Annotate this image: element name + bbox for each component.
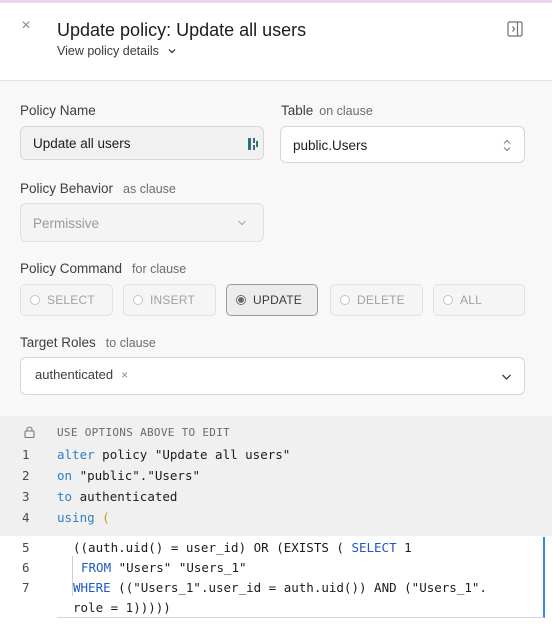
policy-name-input[interactable]: Update all users — [20, 126, 264, 160]
password-manager-icon[interactable] — [247, 137, 259, 151]
policy-form: Policy Name Update all users Table on cla… — [0, 81, 552, 416]
sql-preview-readonly: USE OPTIONS ABOVE TO EDIT 1 alter policy… — [0, 416, 552, 536]
chevron-down-icon — [502, 374, 511, 380]
policy-behavior-value: Permissive — [33, 216, 100, 231]
target-roles-label: Target Roles to clause — [20, 335, 156, 350]
close-icon[interactable]: × — [19, 18, 33, 34]
line-number: 3 — [22, 489, 30, 504]
table-select[interactable]: public.Users — [280, 126, 525, 163]
code-line-3: to authenticated — [57, 489, 178, 504]
remove-chip-icon[interactable]: × — [121, 368, 128, 382]
sheet-header: × Update policy: Update all users View p… — [0, 3, 552, 81]
editor-focus-border — [57, 537, 545, 618]
command-option-insert[interactable]: INSERT — [123, 284, 216, 316]
page-title: Update policy: Update all users — [57, 20, 307, 40]
view-policy-details-toggle[interactable]: View policy details — [57, 44, 177, 58]
chevron-up-down-icon — [503, 139, 511, 152]
readonly-notice: USE OPTIONS ABOVE TO EDIT — [57, 426, 231, 439]
policy-behavior-label: Policy Behavior as clause — [20, 181, 176, 196]
line-number: 7 — [22, 580, 30, 595]
code-line-2: on "public"."Users" — [57, 468, 200, 483]
details-label: View policy details — [57, 44, 159, 58]
table-value: public.Users — [293, 138, 368, 153]
radio-icon — [30, 295, 40, 305]
command-option-delete[interactable]: DELETE — [330, 284, 423, 316]
policy-command-label: Policy Command for clause — [20, 261, 187, 276]
policy-name-label: Policy Name — [20, 103, 96, 118]
lock-icon — [24, 426, 35, 438]
line-number: 2 — [22, 468, 30, 483]
code-line-4: using ( — [57, 510, 110, 525]
role-chip: authenticated × — [35, 367, 129, 382]
radio-selected-icon — [236, 295, 246, 305]
code-line-1: alter policy "Update all users" — [57, 447, 291, 462]
chevron-down-icon — [238, 220, 246, 226]
radio-icon — [133, 295, 143, 305]
line-number: 1 — [22, 447, 30, 462]
radio-icon — [443, 295, 453, 305]
target-roles-select[interactable]: authenticated × — [20, 357, 525, 395]
line-number: 6 — [22, 560, 30, 575]
policy-behavior-select[interactable]: Permissive — [20, 203, 264, 242]
chevron-down-icon — [168, 49, 176, 54]
radio-icon — [340, 295, 350, 305]
command-option-all[interactable]: ALL — [433, 284, 525, 316]
line-number: 4 — [22, 510, 30, 525]
table-label: Table on clause — [281, 103, 373, 118]
command-option-update[interactable]: UPDATE — [226, 284, 318, 316]
panel-collapse-icon[interactable] — [507, 21, 523, 37]
command-option-select[interactable]: SELECT — [20, 284, 113, 316]
line-number: 5 — [22, 540, 30, 555]
policy-name-value: Update all users — [33, 136, 131, 151]
